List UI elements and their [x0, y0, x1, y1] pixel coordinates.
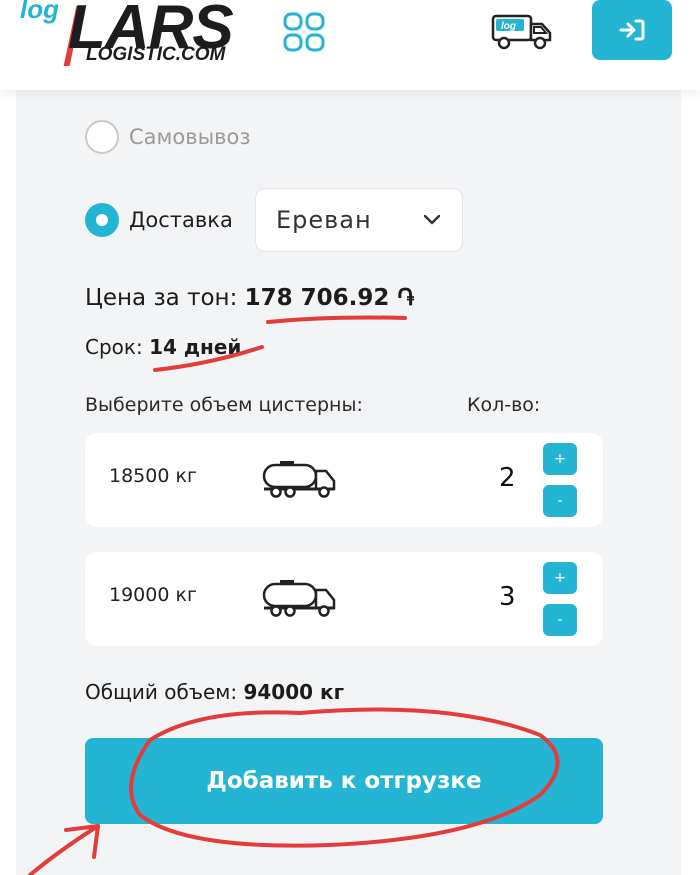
term-value: 14 дней	[149, 335, 242, 359]
lars-logo[interactable]: log LARS LOGISTIC.COM	[20, 0, 250, 74]
truck-icon: log	[491, 14, 552, 50]
delivery-label: Доставка	[129, 208, 233, 232]
tank-volume-header: Выберите объем цистерны:	[85, 394, 363, 416]
tank-quantity: 2	[499, 463, 516, 493]
chevron-down-icon	[423, 214, 441, 225]
city-value: Ереван	[276, 206, 372, 234]
increment-button[interactable]: +	[543, 443, 577, 475]
tank-weight: 19000 кг	[109, 584, 197, 606]
pickup-option[interactable]: Самовывоз	[85, 120, 251, 154]
delivery-radio[interactable]	[85, 203, 119, 237]
total-volume: Общий объем: 94000 кг	[85, 680, 344, 704]
city-select[interactable]: Ереван	[255, 188, 463, 252]
increment-button[interactable]: +	[543, 562, 577, 594]
pickup-label: Самовывоз	[129, 125, 251, 149]
add-to-shipment-button[interactable]: Добавить к отгрузке	[85, 738, 603, 824]
tanker-truck-icon	[262, 461, 336, 498]
pickup-radio[interactable]	[85, 120, 119, 154]
tanker-truck-icon	[262, 580, 336, 617]
price-per-ton: Цена за тон: 178 706.92 ֏	[85, 285, 414, 311]
app-header: log LARS LOGISTIC.COM log	[0, 0, 700, 90]
tank-quantity: 3	[499, 582, 516, 612]
tank-weight: 18500 кг	[109, 465, 197, 487]
logo-domain-text: LOGISTIC.COM	[86, 44, 226, 65]
truck-tag-text: log	[501, 21, 516, 32]
price-label: Цена за тон:	[85, 285, 238, 311]
logo-log-text: log	[20, 0, 59, 24]
grid-menu-button[interactable]	[283, 12, 325, 52]
total-label: Общий объем:	[85, 680, 238, 704]
price-value: 178 706.92 ֏	[244, 285, 415, 311]
tank-option-card: 18500 кг 2 + -	[85, 433, 603, 527]
login-icon	[619, 19, 645, 41]
decrement-button[interactable]: -	[543, 485, 577, 517]
delivery-term: Срок: 14 дней	[85, 335, 241, 359]
login-button[interactable]	[592, 0, 672, 60]
tank-option-card: 19000 кг 3 + -	[85, 552, 603, 646]
grid-icon	[283, 12, 325, 52]
truck-cart-button[interactable]: log	[490, 12, 556, 52]
term-label: Срок:	[85, 335, 143, 359]
decrement-button[interactable]: -	[543, 604, 577, 636]
total-value: 94000 кг	[243, 680, 345, 704]
delivery-option[interactable]: Доставка	[85, 203, 233, 237]
quantity-header: Кол-во:	[467, 394, 541, 416]
